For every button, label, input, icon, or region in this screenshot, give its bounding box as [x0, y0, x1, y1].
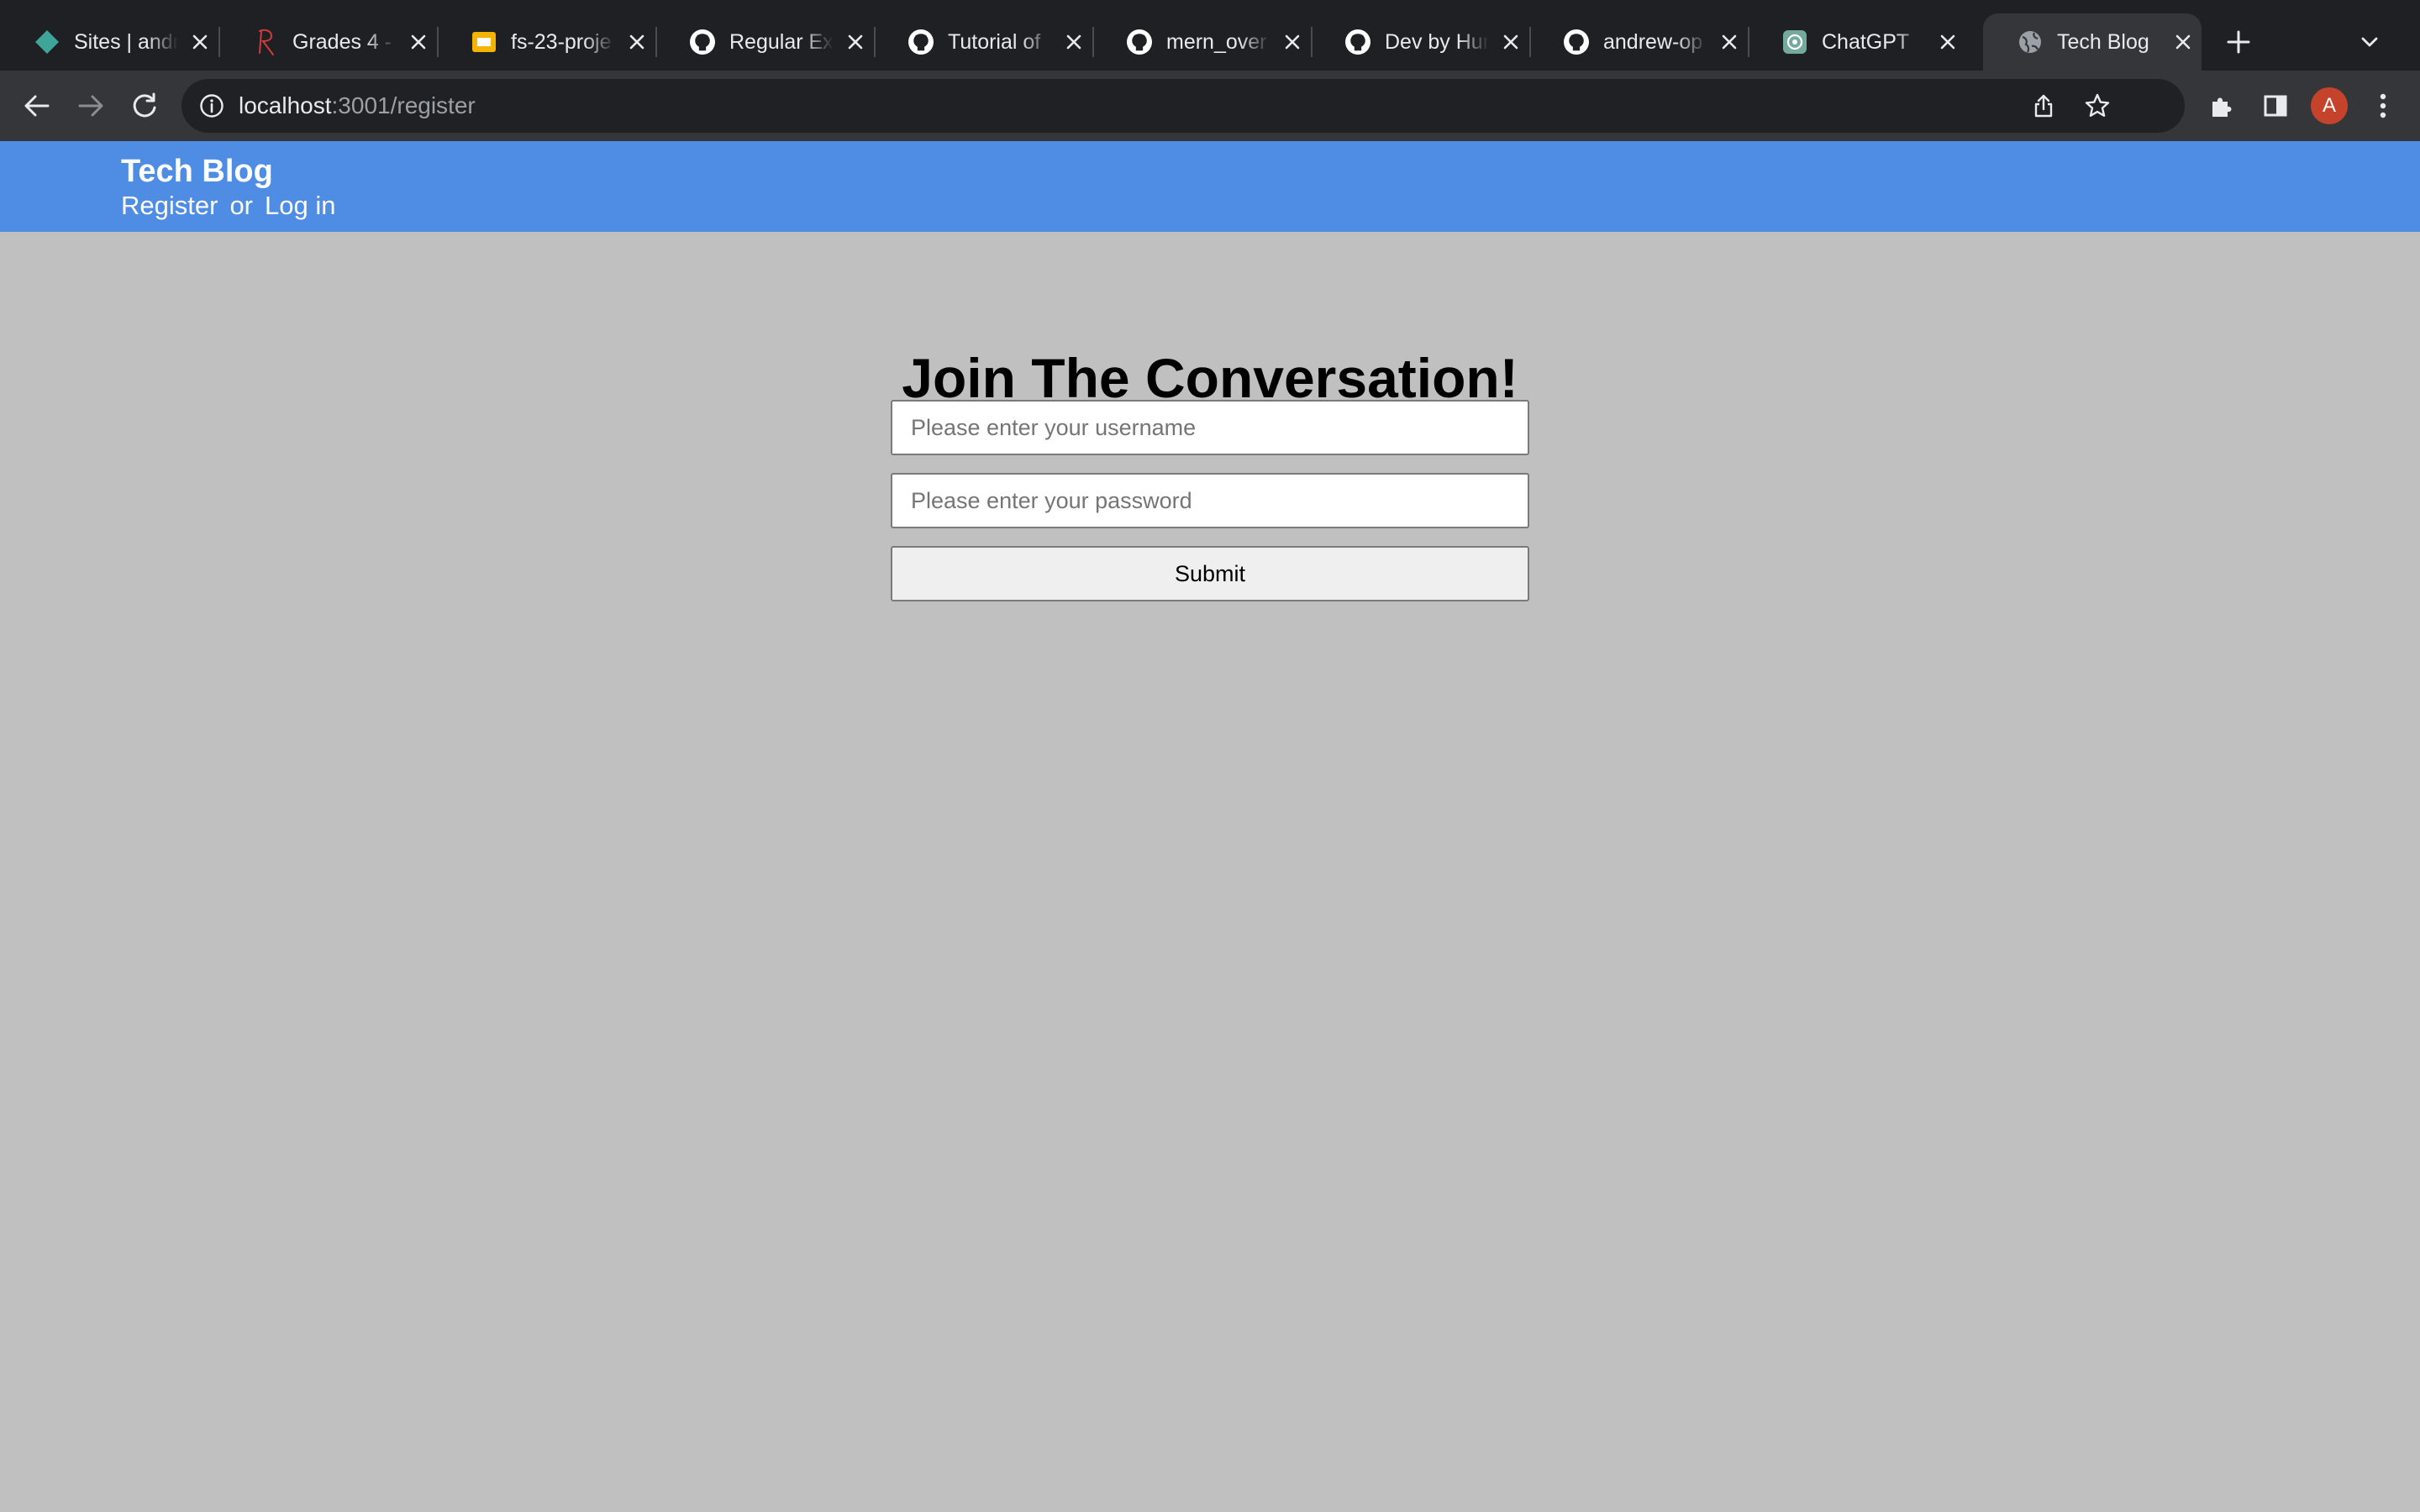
- github-icon: [1563, 29, 1590, 55]
- slides-icon: [471, 29, 497, 55]
- username-input[interactable]: [891, 400, 1529, 455]
- tab-tech-blog[interactable]: Tech Blog: [1983, 13, 2202, 71]
- password-input[interactable]: [891, 473, 1529, 528]
- profile-avatar[interactable]: A: [2311, 87, 2348, 124]
- tab-search-button[interactable]: [2353, 25, 2386, 59]
- tab-slides[interactable]: fs-23-proje: [437, 13, 657, 71]
- bookmark-star-icon[interactable]: [2084, 92, 2111, 119]
- close-icon[interactable]: [1497, 29, 1524, 55]
- close-icon[interactable]: [405, 29, 432, 55]
- site-header: Tech Blog Register or Log in: [0, 141, 2420, 232]
- back-arrow-icon: [24, 95, 50, 117]
- tab-mern-overview[interactable]: mern_over: [1092, 13, 1313, 71]
- page-viewport: Tech Blog Register or Log in Join The Conv…: [0, 141, 2420, 1512]
- close-icon[interactable]: [1060, 29, 1087, 55]
- close-icon[interactable]: [1279, 29, 1306, 55]
- url-path: :3001/register: [331, 92, 476, 118]
- tab-sites[interactable]: Sites | andr: [0, 13, 220, 71]
- tab-title: Tutorial of: [948, 30, 1041, 54]
- tab-title: Dev by Hur: [1385, 30, 1489, 54]
- close-icon[interactable]: [187, 29, 213, 55]
- plus-icon: [2227, 30, 2250, 54]
- tab-andrew-op[interactable]: andrew-op: [1529, 13, 1749, 71]
- reload-icon: [133, 92, 156, 118]
- tab-regular-expressions[interactable]: Regular Exp: [655, 13, 876, 71]
- close-icon[interactable]: [1716, 29, 1743, 55]
- tab-title: mern_over: [1166, 30, 1267, 54]
- site-title: Tech Blog: [121, 154, 273, 189]
- new-tab-button[interactable]: [2222, 25, 2255, 59]
- share-icon[interactable]: [2030, 92, 2057, 119]
- tab-dev-by-hur[interactable]: Dev by Hur: [1311, 13, 1531, 71]
- submit-button[interactable]: Submit: [891, 546, 1529, 601]
- close-icon[interactable]: [842, 29, 869, 55]
- tab-strip: Sites | andr Grades 4 - fs-23-proje Regu…: [0, 0, 2420, 71]
- extensions-button[interactable]: [2205, 89, 2238, 123]
- github-icon: [689, 29, 716, 55]
- tab-tutorial[interactable]: Tutorial of: [874, 13, 1094, 71]
- register-link[interactable]: Register: [121, 191, 218, 220]
- tab-title: ChatGPT: [1822, 30, 1910, 54]
- browser-toolbar: localhost:3001/register A: [0, 71, 2420, 141]
- tab-grades[interactable]: Grades 4 -: [218, 13, 439, 71]
- github-icon: [1344, 29, 1371, 55]
- tab-title: andrew-op: [1603, 30, 1703, 54]
- tab-title: Tech Blog: [2057, 30, 2149, 54]
- side-panel-icon: [2264, 95, 2287, 117]
- kebab-menu-icon: [2380, 93, 2386, 118]
- tab-title: Regular Exp: [729, 30, 834, 54]
- url-host: localhost: [239, 92, 332, 118]
- diamond-icon: [34, 29, 60, 55]
- puzzle-icon: [2212, 97, 2232, 117]
- github-icon: [908, 29, 934, 55]
- tab-title: fs-23-proje: [511, 30, 612, 54]
- nav-or-text: or: [229, 191, 254, 220]
- close-icon[interactable]: [2170, 29, 2196, 55]
- close-icon[interactable]: [1934, 29, 1961, 55]
- chevron-down-icon: [2361, 37, 2378, 47]
- browser-menu-button[interactable]: [2366, 89, 2400, 123]
- site-nav: Register or Log in: [121, 190, 335, 222]
- globe-icon: [2017, 29, 2044, 55]
- back-button[interactable]: [20, 89, 54, 123]
- tab-title: Sites | andr: [74, 30, 178, 54]
- url-text: localhost:3001/register: [239, 92, 476, 119]
- forward-button[interactable]: [74, 89, 108, 123]
- github-icon: [1126, 29, 1153, 55]
- address-bar[interactable]: localhost:3001/register: [182, 79, 2185, 133]
- chatgpt-icon: [1781, 29, 1808, 55]
- close-icon[interactable]: [623, 29, 650, 55]
- tab-chatgpt[interactable]: ChatGPT: [1748, 13, 1966, 71]
- login-link[interactable]: Log in: [265, 191, 335, 220]
- r-logo-icon: [252, 29, 279, 55]
- forward-arrow-icon: [78, 95, 103, 117]
- side-panel-button[interactable]: [2259, 89, 2292, 123]
- site-info-icon[interactable]: [198, 92, 225, 119]
- reload-button[interactable]: [128, 89, 161, 123]
- tab-title: Grades 4 -: [292, 30, 392, 54]
